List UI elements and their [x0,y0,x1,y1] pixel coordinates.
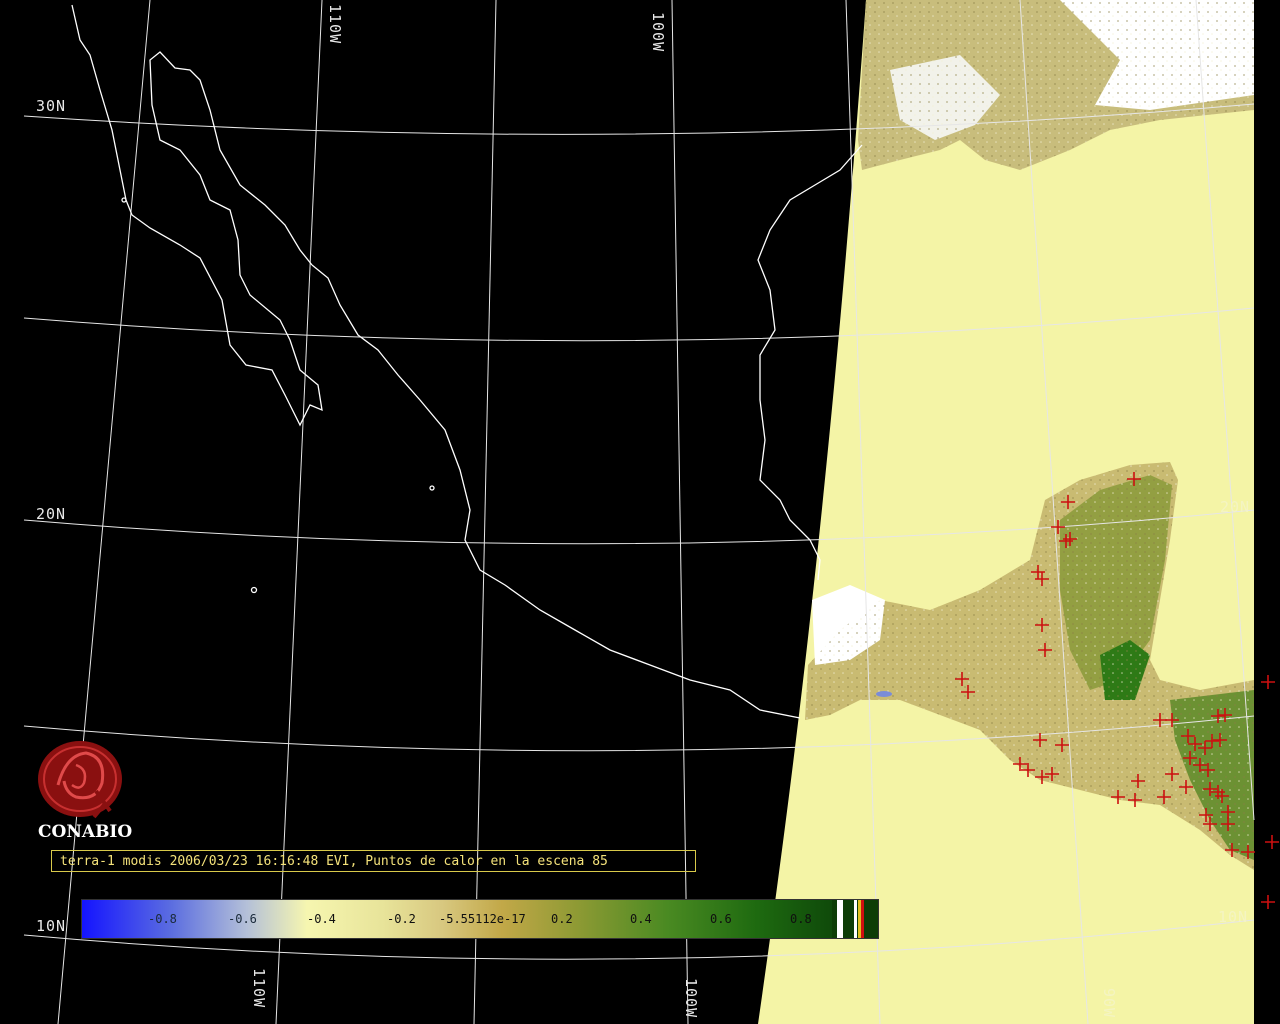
legend-tick: 0.2 [551,912,573,926]
lon-label-110w-bottom: 110W [250,968,268,1009]
lake-blue [876,691,892,697]
coastline-mainland-pacific [311,264,801,719]
scene-caption: terra-1 modis 2006/03/23 16:16:48 EVI, P… [51,850,696,872]
colorbar-stripe-white-2 [854,900,857,938]
conabio-logo-text: CONABIO [38,822,133,842]
legend-tick: -0.6 [228,912,257,926]
island [121,197,127,203]
lat-label-20n-right: 20N [1220,498,1251,516]
legend-tick: 0.6 [710,912,732,926]
coastline-baja-california [71,4,323,427]
conabio-logo-icon [38,741,122,819]
hotspot-marker [1261,895,1275,909]
evi-colorbar-legend: -0.8 -0.6 -0.4 -0.2 -5.55112e-17 0.2 0.4… [81,899,879,939]
hotspot-marker [1265,835,1279,849]
hotspot-marker [1261,675,1275,689]
lon-label-100w-top: 100W [649,12,667,53]
coastline [71,4,863,719]
legend-tick: 0.8 [790,912,812,926]
lon-label-110w-top: 110W [326,4,344,45]
legend-tick: -0.8 [148,912,177,926]
legend-tick: -0.2 [387,912,416,926]
lat-label-20n: 20N [36,505,67,523]
colorbar-stripe-red [861,900,864,938]
colorbar-stripe-white [837,900,843,938]
lon-label-100w-bottom: 100W [682,978,700,1019]
lon-label-90w-bottom: 90W [1100,988,1118,1019]
legend-tick: -5.55112e-17 [439,912,526,926]
lat-label-30n: 30N [36,97,67,115]
legend-tick: 0.4 [630,912,652,926]
lat-label-10n-right: 10N [1218,908,1249,926]
legend-tick: -0.4 [307,912,336,926]
island [250,586,258,594]
lat-label-10n: 10N [36,917,67,935]
island [429,485,435,491]
